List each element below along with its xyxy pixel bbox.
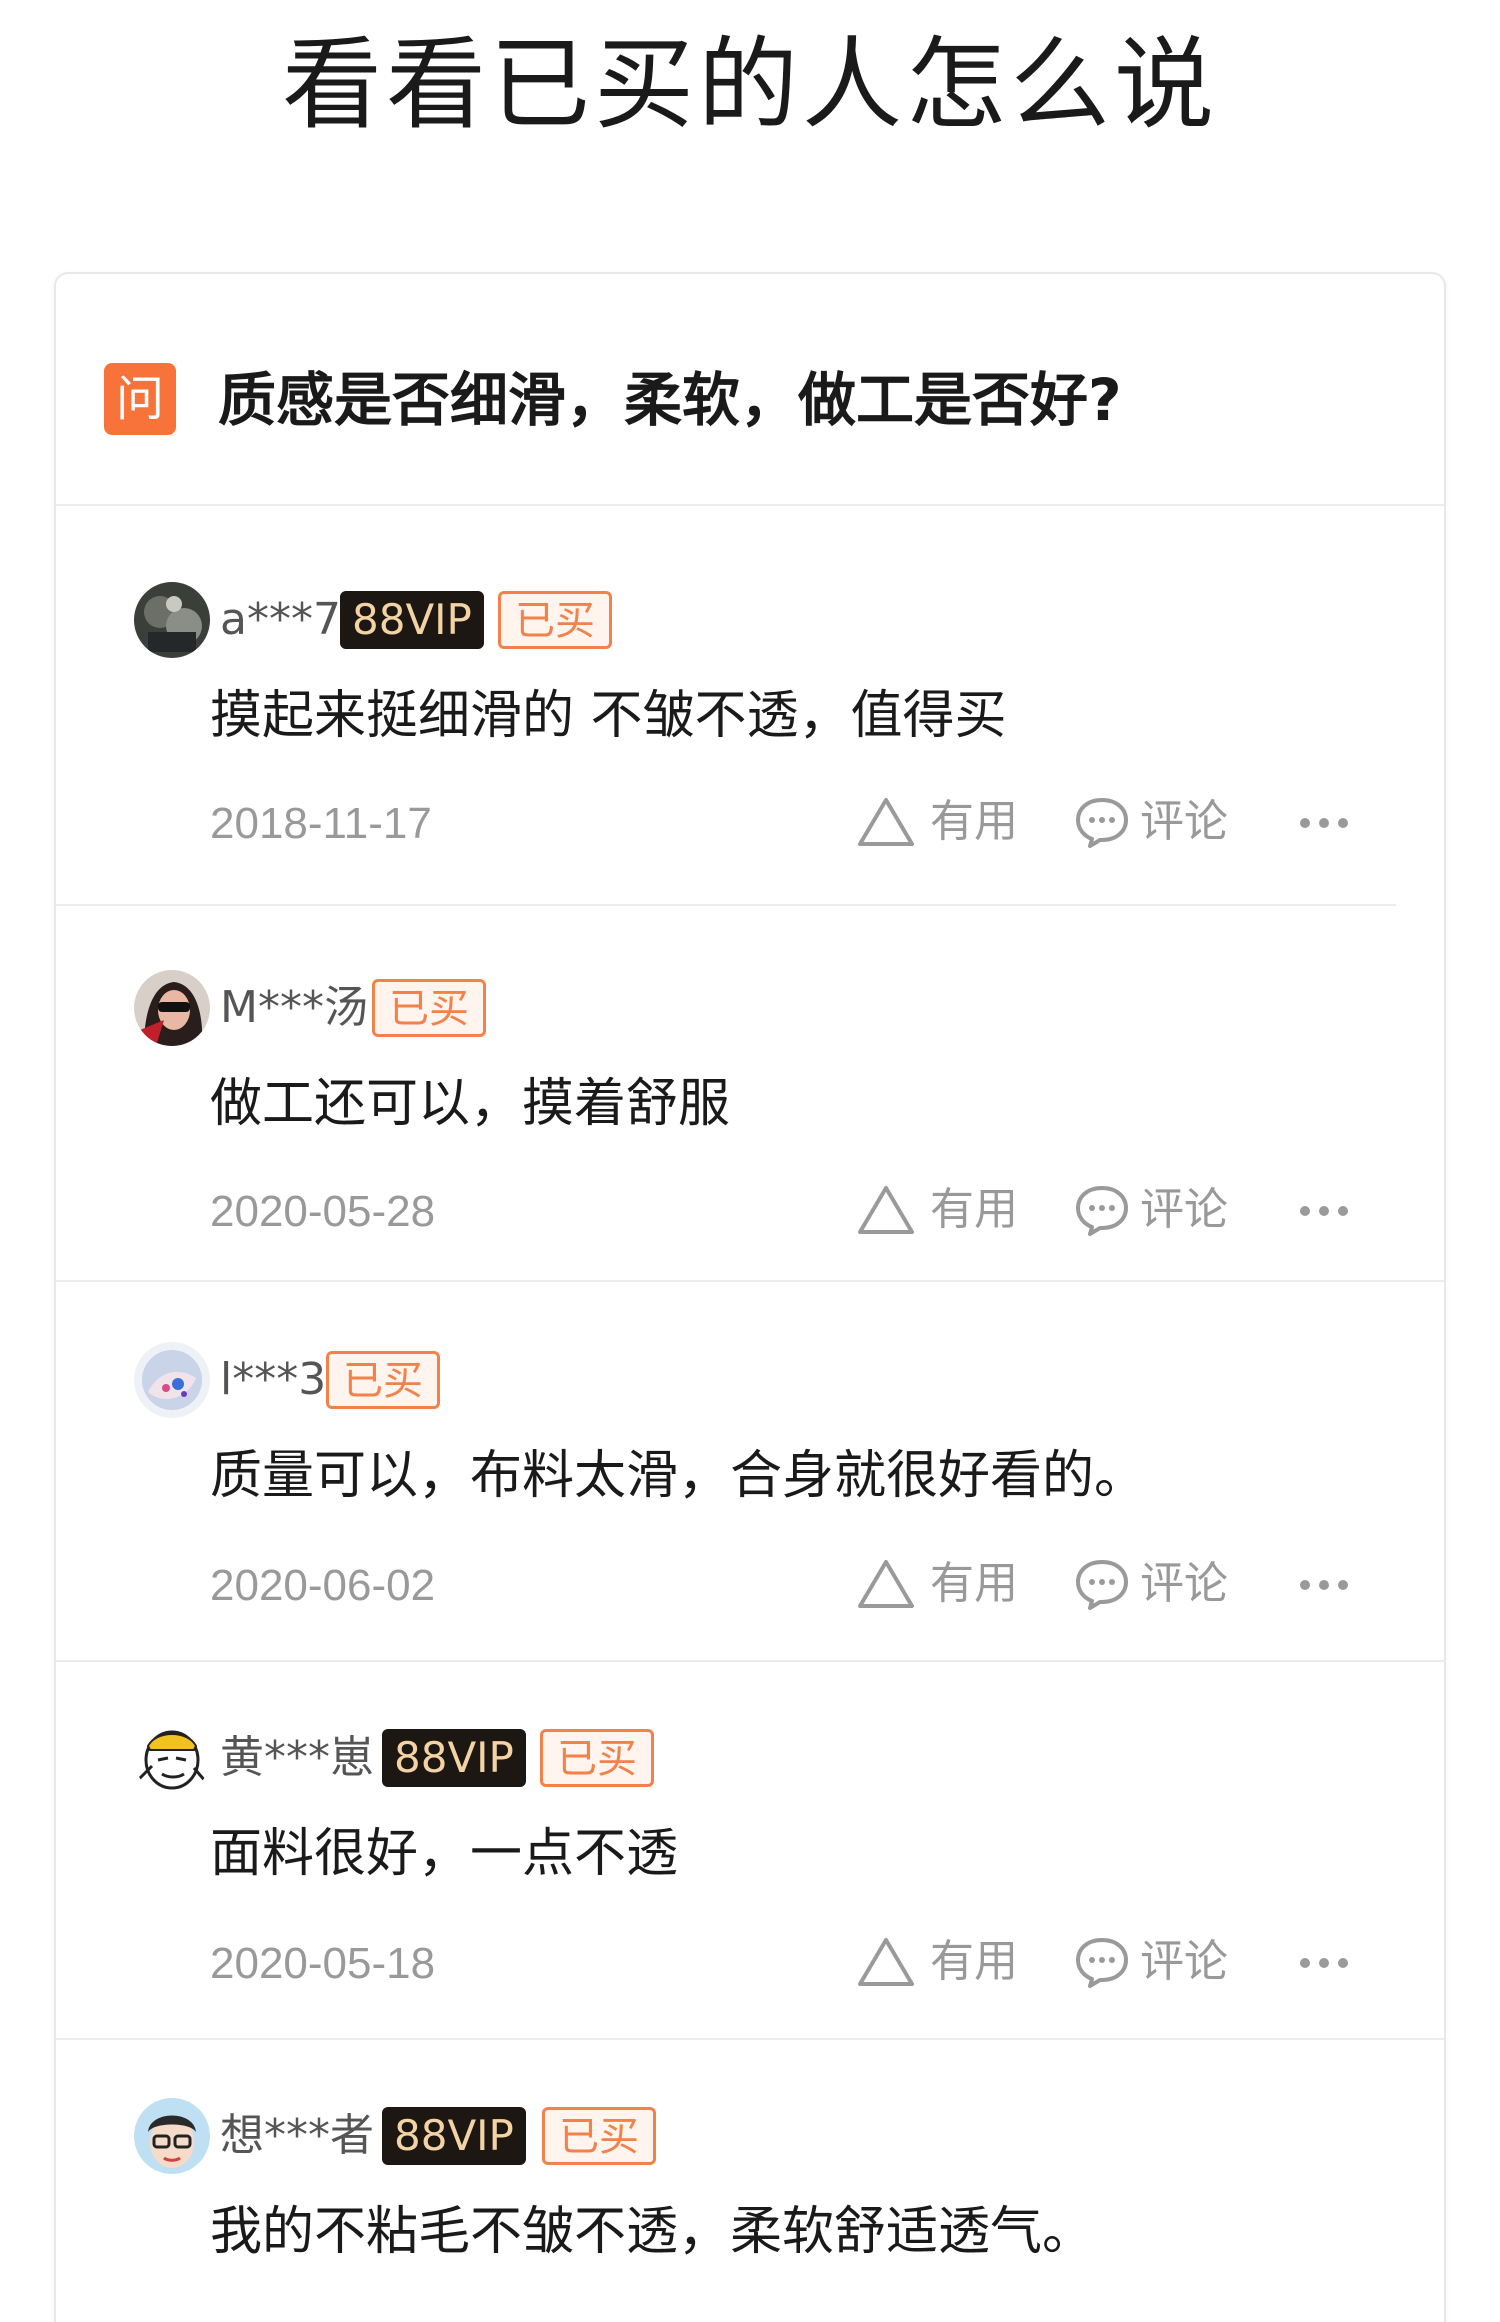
bought-badge: 已买 [326,1351,440,1409]
comment-button[interactable]: 评论 [1074,1178,1244,1242]
more-options-button[interactable] [1294,1930,1354,1994]
more-dot-icon [1300,1580,1310,1590]
triangle-icon [858,1560,914,1608]
more-dot-icon [1319,818,1329,828]
review-content: 我的不粘毛不皱不透，柔软舒适透气。 [210,2202,1095,2262]
comment-button[interactable]: 评论 [1074,1930,1244,1994]
review-item: M***汤 已买 做工还可以，摸着舒服 2020-05-28 有用 评论 [56,906,1444,1282]
comment-button[interactable]: 评论 [1074,790,1244,854]
review-content: 质量可以，布料太滑，合身就很好看的。 [210,1446,1147,1506]
review-content: 面料很好，一点不透 [210,1824,679,1884]
review-item: l***3 已买 质量可以，布料太滑，合身就很好看的。 2020-06-02 有… [56,1282,1444,1662]
username: M***汤 [220,982,368,1033]
comment-label: 评论 [1140,1936,1228,1987]
review-item: 想***者 88VIP 已买 我的不粘毛不皱不透，柔软舒适透气。 [56,2040,1444,2322]
question-text: 质感是否细滑，柔软，做工是否好? [218,366,1122,434]
vip-badge: 88VIP [382,2107,526,2165]
review-date: 2020-06-02 [210,1561,436,1610]
vip-badge: 88VIP [340,591,484,649]
bought-badge: 已买 [542,2107,656,2165]
review-content: 做工还可以，摸着舒服 [210,1074,731,1134]
more-dot-icon [1338,1958,1348,1968]
comment-label: 评论 [1140,796,1228,847]
comment-bubble-icon [1076,798,1128,848]
review-date: 2020-05-28 [210,1187,436,1236]
avatar[interactable] [134,1720,210,1796]
avatar[interactable] [134,2098,210,2174]
comment-button[interactable]: 评论 [1074,1552,1244,1616]
useful-button[interactable]: 有用 [856,790,1026,854]
avatar[interactable] [134,1342,210,1418]
review-content: 摸起来挺细滑的 不皱不透，值得买 [210,686,1007,746]
comment-bubble-icon [1076,1560,1128,1610]
bought-badge: 已买 [372,979,486,1037]
useful-label: 有用 [930,1936,1018,1987]
more-options-button[interactable] [1294,1552,1354,1616]
review-item: 黄***崽 88VIP 已买 面料很好，一点不透 2020-05-18 有用 评… [56,1662,1444,2040]
triangle-icon [858,1186,914,1234]
username: l***3 [220,1354,327,1405]
question-header: 问 质感是否细滑，柔软，做工是否好? [56,274,1444,506]
username: 黄***崽 [220,1732,374,1783]
username: 想***者 [220,2110,374,2161]
more-dot-icon [1300,1958,1310,1968]
avatar[interactable] [134,582,210,658]
useful-button[interactable]: 有用 [856,1178,1026,1242]
more-dot-icon [1319,1206,1329,1216]
more-dot-icon [1319,1958,1329,1968]
more-dot-icon [1300,1206,1310,1216]
more-dot-icon [1338,1206,1348,1216]
review-item: a***7 88VIP 已买 摸起来挺细滑的 不皱不透，值得买 2018-11-… [56,506,1444,906]
more-dot-icon [1319,1580,1329,1590]
bought-badge: 已买 [540,1729,654,1787]
vip-badge: 88VIP [382,1729,526,1787]
bought-badge: 已买 [498,591,612,649]
more-dot-icon [1300,818,1310,828]
question-badge: 问 [104,363,176,435]
more-dot-icon [1338,1580,1348,1590]
more-options-button[interactable] [1294,1178,1354,1242]
comment-bubble-icon [1076,1186,1128,1236]
comment-bubble-icon [1076,1938,1128,1988]
more-options-button[interactable] [1294,790,1354,854]
more-dot-icon [1338,818,1348,828]
useful-label: 有用 [930,1184,1018,1235]
useful-button[interactable]: 有用 [856,1552,1026,1616]
username: a***7 [220,594,341,645]
page-title: 看看已买的人怎么说 [282,26,1218,143]
useful-label: 有用 [930,1558,1018,1609]
useful-label: 有用 [930,796,1018,847]
comment-label: 评论 [1140,1558,1228,1609]
triangle-icon [858,1938,914,1986]
triangle-icon [858,798,914,846]
qa-card: 问 质感是否细滑，柔软，做工是否好? a***7 88VIP 已买 摸起来挺细滑… [54,272,1446,2322]
comment-label: 评论 [1140,1184,1228,1235]
review-date: 2018-11-17 [210,799,432,848]
useful-button[interactable]: 有用 [856,1930,1026,1994]
avatar[interactable] [134,970,210,1046]
review-date: 2020-05-18 [210,1939,436,1988]
